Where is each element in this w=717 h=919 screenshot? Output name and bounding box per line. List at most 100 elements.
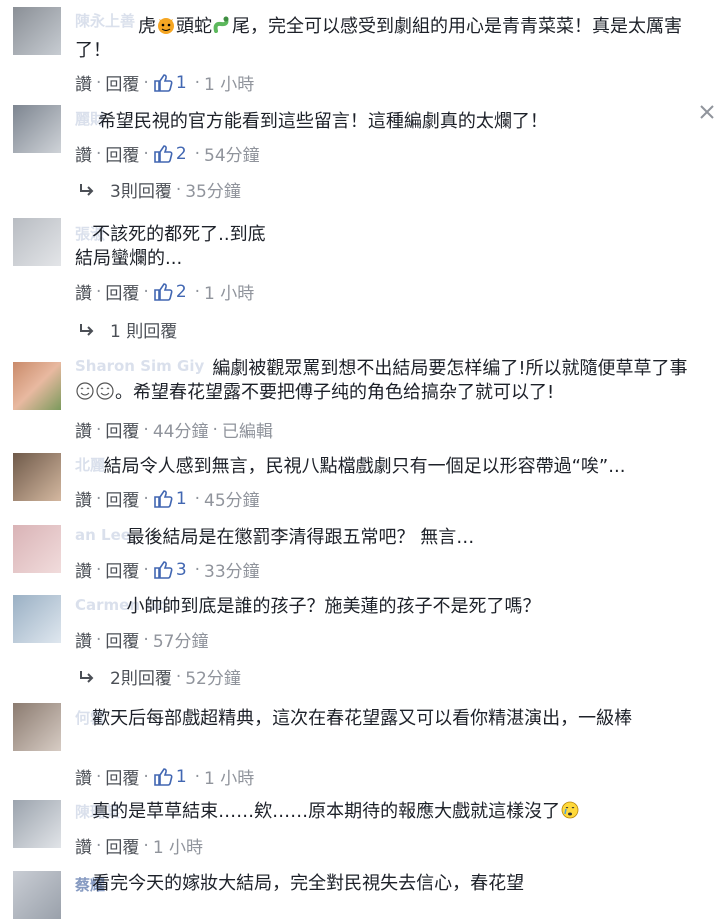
reply-arrow-icon <box>78 181 96 199</box>
separator: · <box>143 559 149 580</box>
comment-text: ....希望民視的官方能看到這些留言！這種編劇真的太爛了！ <box>97 111 548 132</box>
replies-count[interactable]: 1 則回覆 <box>110 317 177 342</box>
comment-text: ...........虎頭蛇尾，完全可以感受到劇組的用心是青青菜菜！真是太厲害了… <box>75 15 682 61</box>
timestamp[interactable]: 54分鐘 <box>204 141 260 166</box>
edited-label[interactable]: 已編輯 <box>222 417 273 442</box>
timestamp[interactable]: 1 小時 <box>204 70 254 95</box>
view-replies-link[interactable]: 2則回覆 · 52分鐘 <box>78 664 241 689</box>
reply-link[interactable]: 回覆 <box>105 279 139 304</box>
timestamp[interactable]: 57分鐘 <box>153 627 209 652</box>
like-count[interactable]: 1 <box>176 767 187 787</box>
separator: · <box>143 766 149 787</box>
avatar[interactable] <box>13 703 61 751</box>
comment-actions: 讚 · 回覆 · 1 · 45分鐘 <box>75 486 260 512</box>
thumbs-up-icon[interactable] <box>153 73 173 93</box>
separator: · <box>96 559 102 580</box>
replies-count[interactable]: 3則回覆 <box>110 177 172 202</box>
like-link[interactable]: 讚 <box>75 70 92 95</box>
avatar[interactable] <box>13 525 61 573</box>
reply-link[interactable]: 回覆 <box>105 764 139 789</box>
like-count[interactable]: 2 <box>176 282 187 302</box>
separator: · <box>194 281 201 302</box>
separator: · <box>175 179 182 200</box>
separator: · <box>96 835 102 856</box>
comment-actions: 讚 · 回覆 · 57分鐘 <box>75 627 209 653</box>
timestamp[interactable]: 44分鐘 <box>153 417 209 442</box>
avatar[interactable] <box>13 595 61 643</box>
view-replies-link[interactable]: 1 則回覆 <box>78 317 177 342</box>
separator: · <box>194 559 201 580</box>
comment-actions: 讚 · 回覆 · 2 · 1 小時 <box>75 279 254 305</box>
thumbs-up-icon[interactable] <box>153 282 173 302</box>
like-count[interactable]: 3 <box>176 560 187 580</box>
avatar[interactable] <box>13 871 61 919</box>
separator: · <box>96 281 102 302</box>
separator: · <box>96 143 102 164</box>
reply-link[interactable]: 回覆 <box>105 486 139 511</box>
comment-actions: 讚 · 回覆 · 44分鐘 · 已編輯 <box>75 417 273 443</box>
reply-link[interactable]: 回覆 <box>105 141 139 166</box>
avatar[interactable] <box>13 7 61 55</box>
reply-link[interactable]: 回覆 <box>105 70 139 95</box>
timestamp[interactable]: 52分鐘 <box>185 664 241 689</box>
replies-count[interactable]: 2則回覆 <box>110 664 172 689</box>
like-link[interactable]: 讚 <box>75 764 92 789</box>
smile-emoji-icon <box>95 381 115 401</box>
reply-arrow-icon <box>78 668 96 686</box>
reply-link[interactable]: 回覆 <box>105 627 139 652</box>
comment-text: .........最後結局是在懲罰李清得跟五常吧？ 無言… <box>126 527 475 548</box>
avatar[interactable] <box>13 800 61 848</box>
comment-actions: 讚 · 回覆 · 1 · 1 小時 <box>75 70 254 96</box>
comment-actions: 讚 · 回覆 · 1 小時 <box>75 833 203 859</box>
thumbs-up-icon[interactable] <box>153 489 173 509</box>
comment-text: ...歡天后每部戲超精典，這次在春花望露又可以看你精湛演出，一級棒 <box>92 708 633 729</box>
timestamp[interactable]: 1 小時 <box>204 279 254 304</box>
comment-text: .....結局令人感到無言，民視八點檔戲劇只有一個足以形容帶過“唉”... <box>103 456 626 477</box>
avatar[interactable] <box>13 105 61 153</box>
thumbs-up-icon[interactable] <box>153 767 173 787</box>
separator: · <box>194 143 201 164</box>
separator: · <box>143 419 149 440</box>
comment-actions: 讚 · 回覆 · 2 · 54分鐘 <box>75 141 260 167</box>
avatar[interactable] <box>13 218 61 266</box>
timestamp[interactable]: 1 小時 <box>153 833 203 858</box>
like-link[interactable]: 讚 <box>75 833 92 858</box>
reply-link[interactable]: 回覆 <box>105 557 139 582</box>
separator: · <box>143 281 149 302</box>
like-link[interactable]: 讚 <box>75 279 92 304</box>
thumbs-up-icon[interactable] <box>153 144 173 164</box>
separator: · <box>96 72 102 93</box>
separator: · <box>143 143 149 164</box>
like-link[interactable]: 讚 <box>75 141 92 166</box>
reply-link[interactable]: 回覆 <box>105 417 139 442</box>
separator: · <box>175 666 182 687</box>
like-count[interactable]: 1 <box>176 73 187 93</box>
timestamp[interactable]: 33分鐘 <box>204 557 260 582</box>
avatar[interactable] <box>13 453 61 501</box>
view-replies-link[interactable]: 3則回覆 · 35分鐘 <box>78 177 241 202</box>
timestamp[interactable]: 35分鐘 <box>185 177 241 202</box>
like-count[interactable]: 1 <box>176 489 187 509</box>
separator: · <box>194 72 201 93</box>
smile-emoji-icon <box>75 381 95 401</box>
like-link[interactable]: 讚 <box>75 627 92 652</box>
separator: · <box>143 72 149 93</box>
avatar[interactable] <box>13 362 61 410</box>
comment-text: .........小帥帥到底是誰的孩子？施美蓮的孩子不是死了嗎？ <box>126 596 541 617</box>
like-link[interactable]: 讚 <box>75 557 92 582</box>
separator: · <box>96 488 102 509</box>
snake-emoji-icon <box>212 15 232 35</box>
reply-arrow-icon <box>78 321 96 339</box>
separator: · <box>96 766 102 787</box>
thumbs-up-icon[interactable] <box>153 560 173 580</box>
like-link[interactable]: 讚 <box>75 417 92 442</box>
separator: · <box>194 488 201 509</box>
timestamp[interactable]: 45分鐘 <box>204 486 260 511</box>
crying-emoji-icon <box>560 800 580 820</box>
like-link[interactable]: 讚 <box>75 486 92 511</box>
timestamp[interactable]: 1 小時 <box>204 764 254 789</box>
reply-link[interactable]: 回覆 <box>105 833 139 858</box>
like-count[interactable]: 2 <box>176 144 187 164</box>
separator: · <box>96 629 102 650</box>
tiger-emoji-icon <box>156 15 176 35</box>
